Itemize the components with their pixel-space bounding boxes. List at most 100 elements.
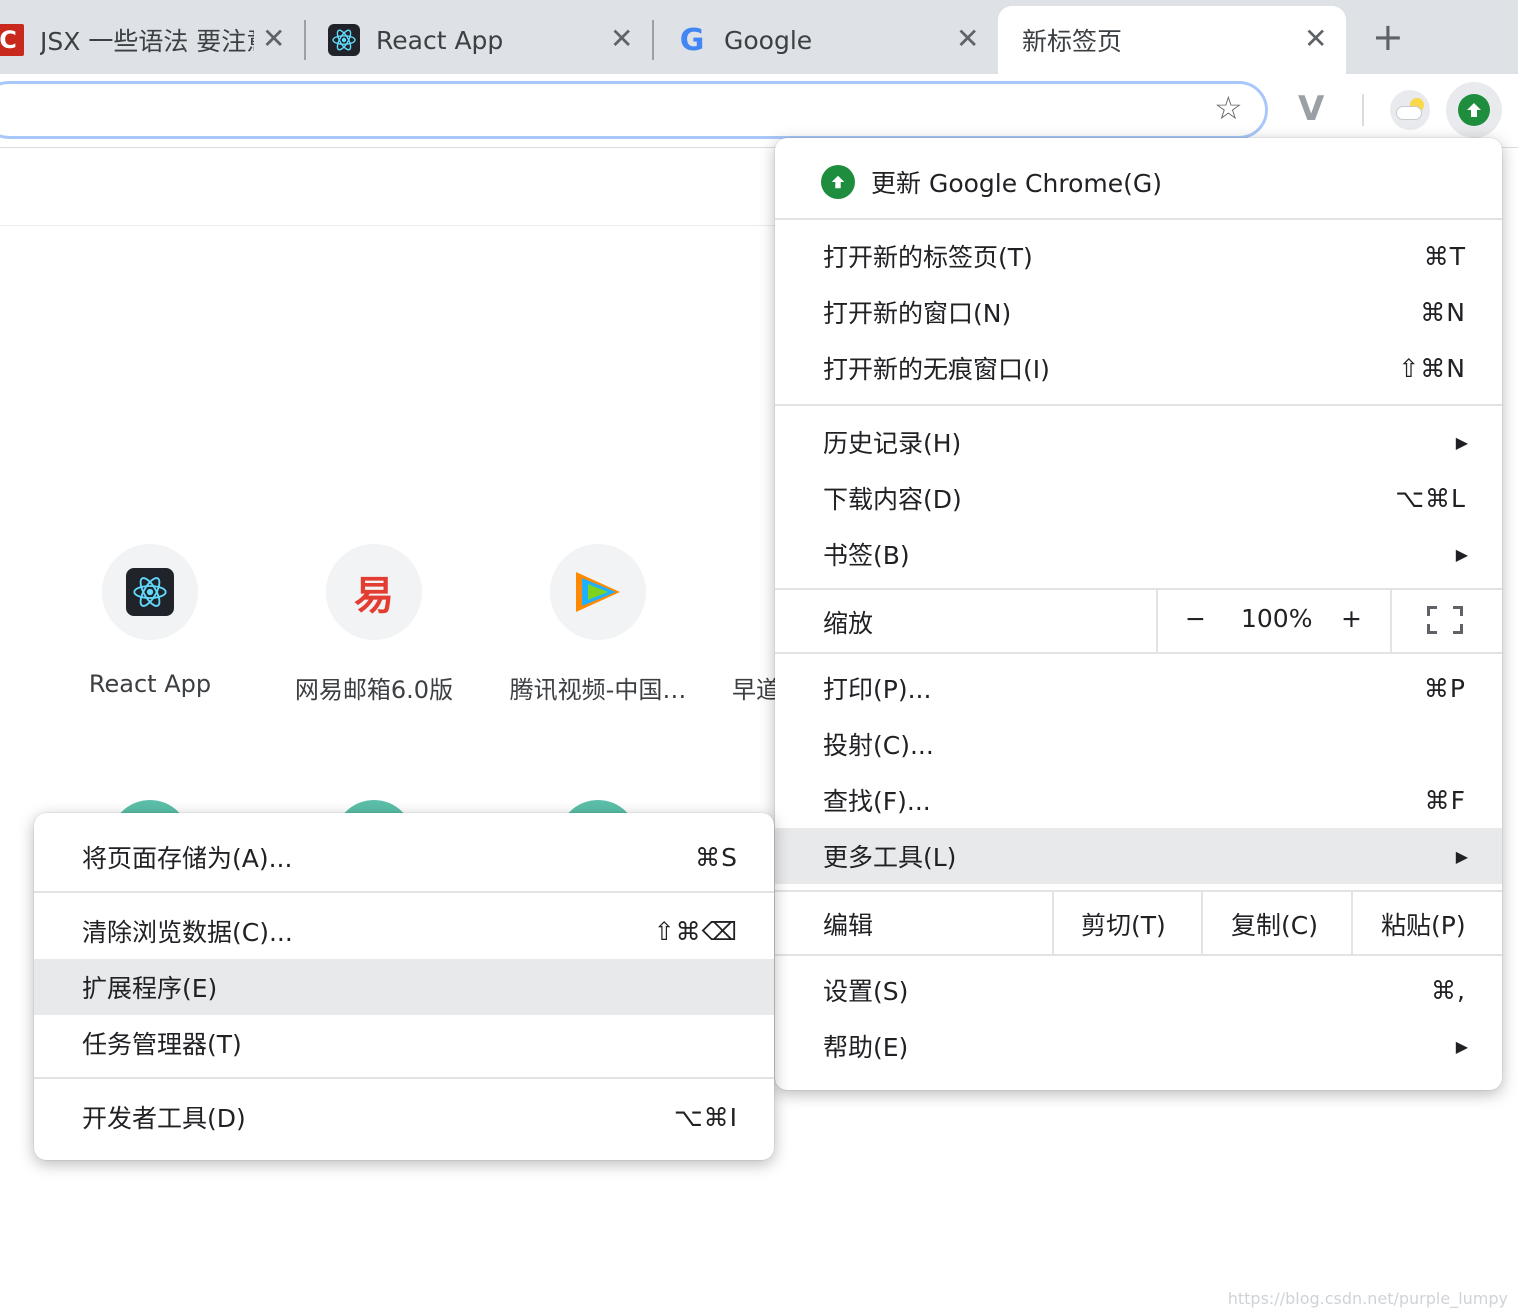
shortcut-label: 腾讯视频-中国… — [509, 676, 687, 704]
menu-item-history[interactable]: 历史记录(H) ▶ — [775, 414, 1502, 470]
submenu-arrow-icon: ▶ — [1455, 846, 1468, 866]
shortcut-label: 网易邮箱6.0版 — [294, 676, 454, 704]
menu-item-shortcut: ⌥⌘I — [673, 1102, 738, 1132]
zoom-out-button[interactable]: − — [1185, 604, 1206, 633]
tab-title: React App — [376, 25, 504, 55]
menu-item-label: 扩展程序(E) — [82, 974, 218, 1003]
ntp-divider — [0, 225, 780, 226]
menu-item-clear-browsing-data[interactable]: 清除浏览数据(C)... ⇧⌘⌫ — [34, 903, 774, 959]
menu-cell-separator — [1156, 590, 1158, 652]
menu-item-label: 书签(B) — [823, 541, 910, 570]
paste-button[interactable]: 粘贴(P) — [1381, 906, 1466, 942]
tab-jsx[interactable]: C JSX 一些语法 要注意 ✕ — [0, 6, 292, 74]
update-chrome-button[interactable] — [1446, 82, 1502, 138]
shortcut-tile-react-app[interactable]: React App — [40, 544, 260, 698]
menu-item-label: 清除浏览数据(C)... — [82, 918, 293, 947]
menu-item-shortcut: ⌥⌘L — [1395, 483, 1466, 513]
shortcut-tile-netease-mail[interactable]: 易 网易邮箱6.0版 — [264, 544, 484, 705]
menu-item-new-incognito[interactable]: 打开新的无痕窗口(I) ⇧⌘N — [775, 340, 1502, 396]
menu-item-label: 打开新的窗口(N) — [823, 299, 1012, 328]
tab-title: JSX 一些语法 要注意 — [40, 27, 254, 56]
close-icon[interactable]: ✕ — [262, 22, 285, 55]
menu-item-label: 设置(S) — [823, 977, 909, 1006]
menu-item-shortcut: ⌘T — [1423, 241, 1466, 271]
submenu-arrow-icon: ▶ — [1455, 1036, 1468, 1056]
menu-item-print[interactable]: 打印(P)... ⌘P — [775, 660, 1502, 716]
toolbar: ☆ V — [0, 74, 1518, 148]
menu-item-shortcut: ⌘, — [1431, 975, 1466, 1005]
tencent-video-icon — [550, 544, 646, 640]
menu-item-save-page-as[interactable]: 将页面存储为(A)... ⌘S — [34, 829, 774, 885]
menu-item-new-window[interactable]: 打开新的窗口(N) ⌘N — [775, 284, 1502, 340]
menu-cell-separator — [1201, 892, 1203, 954]
shortcut-label: React App — [88, 670, 212, 698]
copy-button[interactable]: 复制(C) — [1231, 906, 1318, 942]
menu-item-settings[interactable]: 设置(S) ⌘, — [775, 962, 1502, 1018]
watermark: https://blog.csdn.net/purple_lumpy — [1227, 1289, 1508, 1308]
shortcut-tile-tencent-video[interactable]: 腾讯视频-中国… — [488, 544, 708, 705]
address-bar[interactable] — [0, 81, 1268, 139]
zoom-in-button[interactable]: + — [1341, 604, 1362, 633]
menu-item-extensions[interactable]: 扩展程序(E) — [34, 959, 774, 1015]
menu-item-update-chrome[interactable]: 更新 Google Chrome(G) — [775, 154, 1502, 210]
cut-button[interactable]: 剪切(T) — [1081, 906, 1166, 942]
menu-item-label: 打开新的无痕窗口(I) — [823, 355, 1050, 384]
menu-item-label: 帮助(E) — [823, 1033, 909, 1062]
close-icon[interactable]: ✕ — [1304, 22, 1327, 55]
netease-mail-icon: 易 — [326, 544, 422, 640]
chrome-main-menu: 更新 Google Chrome(G) 打开新的标签页(T) ⌘T 打开新的窗口… — [775, 138, 1502, 1090]
menu-item-downloads[interactable]: 下载内容(D) ⌥⌘L — [775, 470, 1502, 526]
zoom-row: 缩放 − 100% + — [775, 590, 1502, 652]
tab-google[interactable]: G Google ✕ — [676, 6, 986, 74]
menu-item-cast[interactable]: 投射(C)... — [775, 716, 1502, 772]
more-tools-submenu: 将页面存储为(A)... ⌘S 清除浏览数据(C)... ⇧⌘⌫ 扩展程序(E)… — [34, 813, 774, 1160]
close-icon[interactable]: ✕ — [610, 22, 633, 55]
menu-item-shortcut: ⌘F — [1424, 785, 1466, 815]
browser-window: C JSX 一些语法 要注意 ✕ React App ✕ G Google ✕ … — [0, 0, 1518, 1316]
menu-separator — [775, 652, 1502, 654]
menu-cell-separator — [1052, 892, 1054, 954]
close-icon[interactable]: ✕ — [956, 22, 979, 55]
menu-item-more-tools[interactable]: 更多工具(L) ▶ — [775, 828, 1502, 884]
netease-mail-glyph: 易 — [354, 573, 394, 619]
menu-separator — [775, 404, 1502, 406]
zoom-level: 100% — [1241, 604, 1313, 633]
menu-item-label: 历史记录(H) — [823, 429, 962, 458]
tab-new-tab[interactable]: 新标签页 ✕ — [998, 6, 1346, 74]
new-tab-button[interactable]: + — [1372, 18, 1404, 56]
menu-separator — [34, 1077, 774, 1079]
menu-item-developer-tools[interactable]: 开发者工具(D) ⌥⌘I — [34, 1089, 774, 1145]
menu-item-label: 更新 Google Chrome(G) — [871, 169, 1162, 198]
menu-item-new-tab[interactable]: 打开新的标签页(T) ⌘T — [775, 228, 1502, 284]
menu-item-bookmarks[interactable]: 书签(B) ▶ — [775, 526, 1502, 582]
menu-cell-separator — [1351, 892, 1353, 954]
menu-item-label: 将页面存储为(A)... — [82, 844, 293, 873]
fullscreen-icon[interactable] — [1427, 606, 1463, 634]
submenu-arrow-icon: ▶ — [1455, 544, 1468, 564]
update-arrow-icon — [1458, 94, 1490, 126]
menu-cell-separator — [1390, 590, 1392, 652]
menu-separator — [34, 891, 774, 893]
vue-devtools-extension-icon[interactable]: V — [1298, 92, 1324, 126]
menu-item-shortcut: ⌘S — [695, 842, 738, 872]
menu-item-find[interactable]: 查找(F)... ⌘F — [775, 772, 1502, 828]
csdn-icon: C — [0, 24, 24, 56]
menu-item-task-manager[interactable]: 任务管理器(T) — [34, 1015, 774, 1071]
submenu-arrow-icon: ▶ — [1455, 432, 1468, 452]
tab-react-app[interactable]: React App ✕ — [328, 6, 638, 74]
weather-extension-icon[interactable] — [1390, 90, 1430, 130]
menu-item-label: 开发者工具(D) — [82, 1104, 246, 1133]
menu-item-label: 查找(F)... — [823, 787, 931, 816]
toolbar-separator — [1362, 94, 1364, 126]
bookmark-star-icon[interactable]: ☆ — [1214, 92, 1243, 124]
menu-item-shortcut: ⌘P — [1423, 673, 1466, 703]
tab-separator — [652, 20, 654, 60]
update-arrow-icon — [821, 165, 855, 199]
menu-item-label: 任务管理器(T) — [82, 1030, 242, 1059]
edit-label: 编辑 — [823, 911, 874, 940]
zoom-label: 缩放 — [823, 609, 874, 638]
menu-item-help[interactable]: 帮助(E) ▶ — [775, 1018, 1502, 1074]
tab-title: Google — [724, 25, 813, 55]
react-icon — [102, 544, 198, 640]
menu-item-label: 投射(C)... — [823, 731, 934, 760]
